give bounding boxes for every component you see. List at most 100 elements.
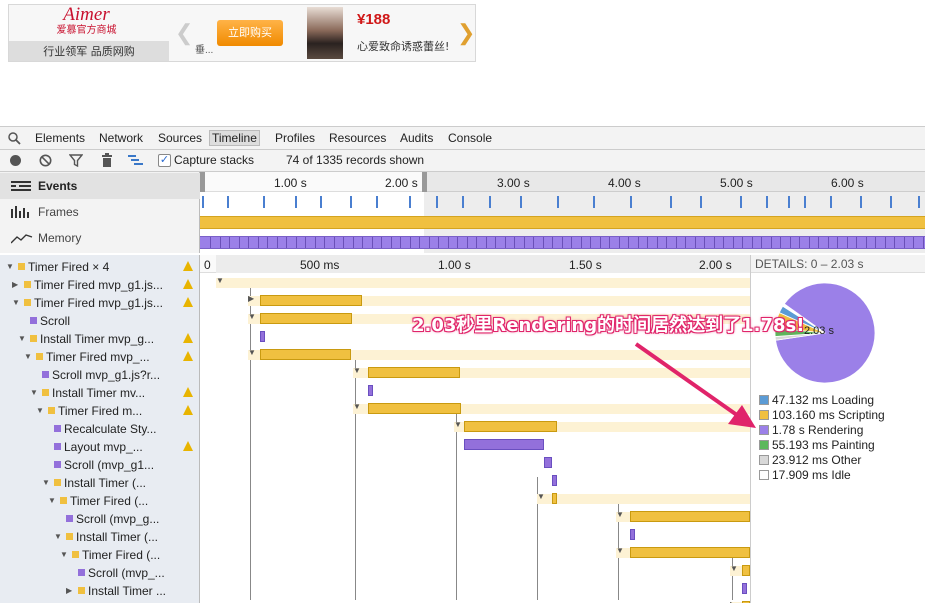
record-label: Install Timer (... bbox=[64, 476, 147, 490]
record-bar[interactable] bbox=[260, 313, 352, 324]
product-price: ¥188 bbox=[357, 11, 391, 28]
disclosure-open-icon[interactable]: ▼ bbox=[30, 384, 38, 402]
view-memory[interactable]: Memory bbox=[0, 225, 200, 251]
record-row[interactable]: Scroll mvp_g1.js?r... bbox=[0, 366, 199, 384]
record-icon[interactable] bbox=[10, 155, 21, 166]
record-bar[interactable] bbox=[742, 565, 750, 576]
disclosure-closed-icon[interactable]: ▶ bbox=[12, 276, 18, 294]
rendering-segment bbox=[514, 237, 515, 248]
disclosure-open-icon[interactable]: ▼ bbox=[616, 546, 624, 555]
record-row[interactable]: Scroll (mvp_g... bbox=[0, 510, 199, 528]
record-row[interactable]: Layout mvp_... bbox=[0, 438, 199, 456]
record-bar[interactable] bbox=[464, 439, 544, 450]
warning-icon[interactable] bbox=[183, 405, 193, 415]
record-bar[interactable] bbox=[630, 511, 750, 522]
warning-icon[interactable] bbox=[183, 279, 193, 289]
disclosure-open-icon[interactable]: ▼ bbox=[216, 276, 224, 285]
record-row[interactable]: Scroll bbox=[0, 312, 199, 330]
record-row[interactable]: ▼ Timer Fired mvp_... bbox=[0, 348, 199, 366]
disclosure-open-icon[interactable]: ▼ bbox=[6, 258, 14, 276]
clear-icon[interactable] bbox=[39, 154, 52, 167]
flame-chart-icon[interactable] bbox=[128, 154, 144, 167]
disclosure-open-icon[interactable]: ▼ bbox=[18, 330, 26, 348]
disclosure-open-icon[interactable]: ▼ bbox=[730, 564, 738, 573]
record-bar[interactable] bbox=[260, 295, 362, 306]
disclosure-open-icon[interactable]: ▼ bbox=[248, 312, 256, 321]
disclosure-open-icon[interactable]: ▼ bbox=[12, 294, 20, 312]
disclosure-open-icon[interactable]: ▼ bbox=[42, 474, 50, 492]
tab-profiles[interactable]: Profiles bbox=[275, 131, 315, 145]
warning-icon[interactable] bbox=[183, 351, 193, 361]
disclosure-open-icon[interactable]: ▼ bbox=[353, 366, 361, 375]
record-bar[interactable] bbox=[368, 367, 460, 378]
disclosure-open-icon[interactable]: ▼ bbox=[537, 492, 545, 501]
record-label: Scroll (mvp_g... bbox=[76, 512, 160, 526]
disclosure-closed-icon[interactable]: ▶ bbox=[66, 582, 72, 600]
record-bar[interactable] bbox=[368, 403, 461, 414]
record-row[interactable]: Scroll (mvp_g1... bbox=[0, 456, 199, 474]
record-row[interactable]: ▼ Timer Fired (... bbox=[0, 492, 199, 510]
disclosure-open-icon[interactable]: ▼ bbox=[54, 528, 62, 546]
disclosure-open-icon[interactable]: ▼ bbox=[48, 492, 56, 510]
record-bar[interactable] bbox=[368, 385, 373, 396]
warning-icon[interactable] bbox=[183, 441, 193, 451]
event-tick bbox=[350, 196, 352, 208]
record-row[interactable]: ▼ Timer Fired (... bbox=[0, 546, 199, 564]
disclosure-open-icon[interactable]: ▼ bbox=[454, 420, 462, 429]
search-icon[interactable] bbox=[8, 132, 21, 145]
tab-resources[interactable]: Resources bbox=[329, 131, 386, 145]
record-bar[interactable] bbox=[552, 475, 557, 486]
record-row[interactable]: ▶ Timer Fired mvp_g1.js... bbox=[0, 276, 199, 294]
window-handle-right[interactable] bbox=[422, 172, 427, 192]
disclosure-open-icon[interactable]: ▼ bbox=[248, 348, 256, 357]
record-row[interactable]: ▼ Install Timer (... bbox=[0, 474, 199, 492]
record-row[interactable]: Recalculate Sty... bbox=[0, 420, 199, 438]
record-row[interactable]: ▼ Install Timer mvp_g... bbox=[0, 330, 199, 348]
warning-icon[interactable] bbox=[183, 333, 193, 343]
record-row[interactable]: ▼ Timer Fired m... bbox=[0, 402, 199, 420]
brand-logo: Aimer 爱慕官方商城 bbox=[9, 5, 164, 41]
record-bar[interactable] bbox=[260, 349, 351, 360]
buy-now-button[interactable]: 立即购买 bbox=[217, 20, 283, 46]
tab-console[interactable]: Console bbox=[448, 131, 492, 145]
record-label: Install Timer mv... bbox=[52, 386, 146, 400]
disclosure-open-icon[interactable]: ▼ bbox=[616, 510, 624, 519]
chevron-left-icon[interactable]: ❮ bbox=[175, 19, 193, 47]
warning-icon[interactable] bbox=[183, 261, 193, 271]
record-bar[interactable] bbox=[630, 529, 635, 540]
chevron-right-icon[interactable]: ❯ bbox=[457, 19, 475, 47]
record-bar[interactable] bbox=[630, 547, 750, 558]
record-row[interactable]: ▼ Install Timer mv... bbox=[0, 384, 199, 402]
record-bar[interactable] bbox=[742, 583, 747, 594]
record-bar[interactable] bbox=[464, 421, 557, 432]
record-row[interactable]: ▶ Install Timer ... bbox=[0, 582, 199, 600]
record-bar[interactable] bbox=[260, 331, 265, 342]
tab-elements[interactable]: Elements bbox=[35, 131, 85, 145]
disclosure-open-icon[interactable]: ▼ bbox=[36, 402, 44, 420]
ad-banner[interactable]: Aimer 爱慕官方商城 行业领军 品质网购 ❮ 垂... 立即购买 ¥188 … bbox=[8, 4, 476, 62]
tab-timeline[interactable]: Timeline bbox=[209, 130, 260, 146]
warning-icon[interactable] bbox=[183, 387, 193, 397]
view-events[interactable]: Events bbox=[0, 173, 200, 199]
disclosure-closed-icon[interactable]: ▶ bbox=[248, 294, 254, 303]
filter-icon[interactable] bbox=[69, 154, 83, 167]
disclosure-open-icon[interactable]: ▼ bbox=[24, 348, 32, 366]
warning-icon[interactable] bbox=[183, 297, 193, 307]
record-row[interactable]: ▼ Timer Fired × 4 bbox=[0, 258, 199, 276]
tab-audits[interactable]: Audits bbox=[400, 131, 433, 145]
disclosure-open-icon[interactable]: ▼ bbox=[353, 402, 361, 411]
capture-stacks-checkbox[interactable]: ✓ bbox=[158, 154, 171, 167]
window-handle-left[interactable] bbox=[200, 172, 205, 192]
timeline-overview[interactable]: 1.00 s 2.00 s 3.00 s 4.00 s 5.00 s 6.00 … bbox=[200, 172, 925, 253]
record-bar[interactable] bbox=[544, 457, 552, 468]
rendering-segment bbox=[229, 237, 230, 248]
trash-icon[interactable] bbox=[101, 153, 113, 167]
record-row[interactable]: ▼ Timer Fired mvp_g1.js... bbox=[0, 294, 199, 312]
tab-network[interactable]: Network bbox=[99, 131, 143, 145]
record-row[interactable]: ▼ Install Timer (... bbox=[0, 528, 199, 546]
record-bar[interactable] bbox=[552, 493, 557, 504]
view-frames[interactable]: Frames bbox=[0, 199, 200, 225]
record-row[interactable]: Scroll (mvp_... bbox=[0, 564, 199, 582]
disclosure-open-icon[interactable]: ▼ bbox=[60, 546, 68, 564]
tab-sources[interactable]: Sources bbox=[158, 131, 202, 145]
